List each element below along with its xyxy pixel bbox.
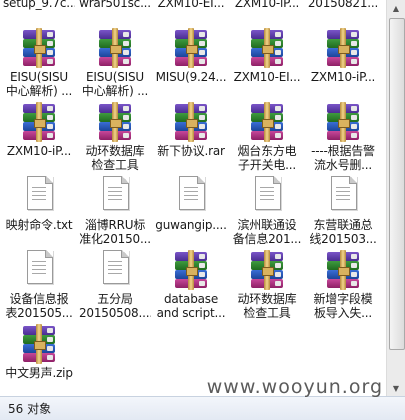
file-name: ZXM10-EI...	[157, 0, 225, 10]
file-item[interactable]: 动环数据库 检查工具20...	[78, 98, 152, 172]
file-item[interactable]: ZXM10-iP...	[230, 0, 304, 24]
file-item[interactable]: 映射命令.txt	[2, 172, 76, 246]
file-name: ----根据告警 流水号删...	[311, 144, 375, 172]
file-name: 五分局 20150508....	[79, 292, 151, 320]
rar-archive-icon	[247, 28, 287, 68]
file-name: MISU(9.24...	[155, 70, 227, 84]
file-name: 东营联通总 线201503...	[309, 218, 377, 246]
file-name: 设备信息报 表201505...	[5, 292, 73, 320]
file-item[interactable]: 设备信息报 表201505...	[2, 246, 76, 320]
scroll-thumb[interactable]	[389, 18, 405, 350]
object-count: 56 对象	[8, 402, 52, 416]
file-item[interactable]: 滨州联通设 备信息201...	[230, 172, 304, 246]
explorer-window: setup_9.7c... wrar501sc... ZXM10-EI... ZXM1…	[0, 0, 405, 420]
rar-archive-icon	[19, 102, 59, 142]
file-item[interactable]: 动环数据库 检查工具20...	[230, 246, 304, 320]
file-name: 映射命令.txt	[5, 218, 73, 232]
file-item[interactable]: MISU(9.24...	[154, 24, 228, 98]
rar-archive-icon	[247, 102, 287, 142]
rar-archive-icon	[323, 28, 363, 68]
file-item[interactable]: setup_9.7c...	[2, 0, 76, 24]
file-name: EISU(SISU 中心解析) ...	[5, 70, 73, 98]
file-name: ZXM10-iP...	[6, 144, 72, 158]
file-item[interactable]: 新下协议.rar	[154, 98, 228, 172]
file-item[interactable]: 淄博RRU标 准化20150...	[78, 172, 152, 246]
rar-archive-icon	[95, 28, 135, 68]
file-name: 烟台东方电 子开关电...	[237, 144, 297, 172]
file-item[interactable]: EISU(SISU 中心解析) ...	[78, 24, 152, 98]
file-name: guwangip....	[155, 218, 227, 232]
file-item[interactable]: 20150821...	[306, 0, 380, 24]
document-icon	[19, 176, 59, 216]
file-item[interactable]: ----根据告警 流水号删...	[306, 98, 380, 172]
rar-archive-icon	[95, 102, 135, 142]
file-name: 新增字段模 板导入失...	[313, 292, 373, 320]
rar-archive-icon	[171, 102, 211, 142]
rar-archive-icon	[171, 250, 211, 290]
file-name: ZXM10-iP...	[234, 0, 300, 10]
scroll-up-arrow-icon[interactable]: ▲	[389, 1, 403, 15]
file-item[interactable]: 新增字段模 板导入失...	[306, 246, 380, 320]
file-name: EISU(SISU 中心解析) ...	[81, 70, 149, 98]
file-item[interactable]: wrar501sc...	[78, 0, 152, 24]
file-name: 新下协议.rar	[157, 144, 225, 158]
file-name: ZXM10-iP...	[310, 70, 376, 84]
rar-archive-icon	[323, 102, 363, 142]
file-item[interactable]: ZXM10-EI...	[230, 24, 304, 98]
vertical-scrollbar[interactable]: ▲ ▼	[386, 0, 405, 396]
file-item[interactable]: EISU(SISU 中心解析) ...	[2, 24, 76, 98]
file-item[interactable]: 东营联通总 线201503...	[306, 172, 380, 246]
scroll-down-arrow-icon[interactable]: ▼	[389, 381, 403, 395]
file-item[interactable]: 五分局 20150508....	[78, 246, 152, 320]
file-name: 淄博RRU标 准化20150...	[79, 218, 151, 246]
file-name: 中文男声.zip	[5, 366, 73, 380]
status-bar: 56 对象	[0, 396, 405, 420]
file-name: ZXM10-EI...	[233, 70, 301, 84]
file-item[interactable]: ZXM10-EI...	[154, 0, 228, 24]
file-name: wrar501sc...	[79, 0, 151, 10]
file-grid: setup_9.7c... wrar501sc... ZXM10-EI... ZXM1…	[2, 0, 380, 394]
file-name: 滨州联通设 备信息201...	[232, 218, 302, 246]
file-name: setup_9.7c...	[3, 0, 75, 10]
rar-archive-icon	[19, 28, 59, 68]
rar-archive-icon	[247, 250, 287, 290]
document-icon	[171, 176, 211, 216]
file-list-view[interactable]: setup_9.7c... wrar501sc... ZXM10-EI... ZXM1…	[0, 0, 386, 396]
file-item[interactable]: 烟台东方电 子开关电...	[230, 98, 304, 172]
document-icon	[19, 250, 59, 290]
rar-archive-icon	[171, 28, 211, 68]
file-item[interactable]: 中文男声.zip	[2, 320, 76, 394]
file-name: database and script...	[156, 292, 226, 320]
file-name: 动环数据库 检查工具20...	[237, 292, 297, 320]
document-icon	[95, 250, 135, 290]
file-item[interactable]: guwangip....	[154, 172, 228, 246]
document-icon	[323, 176, 363, 216]
file-item[interactable]: ZXM10-iP...	[306, 24, 380, 98]
file-item[interactable]: ZXM10-iP...	[2, 98, 76, 172]
file-name: 动环数据库 检查工具20...	[85, 144, 145, 172]
rar-archive-icon	[323, 250, 363, 290]
file-name: 20150821...	[307, 0, 379, 10]
watermark: www.wooyun.org	[206, 376, 383, 398]
document-icon	[95, 176, 135, 216]
rar-archive-icon	[19, 324, 59, 364]
document-icon	[247, 176, 287, 216]
file-item[interactable]: database and script...	[154, 246, 228, 320]
